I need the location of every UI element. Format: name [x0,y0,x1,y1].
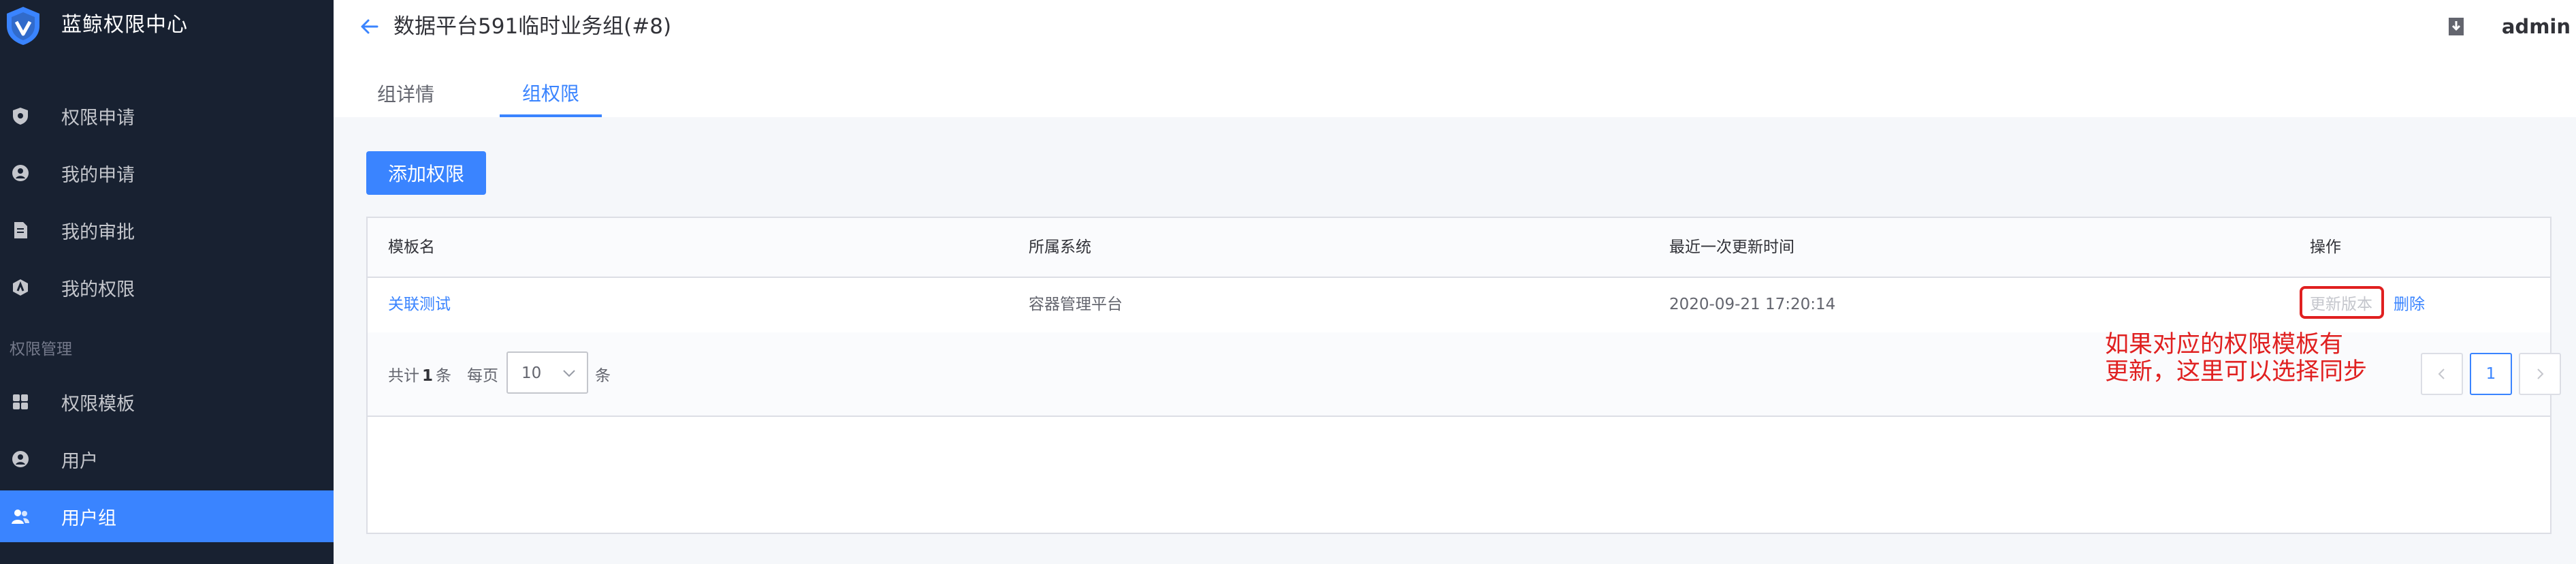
document-check-icon [14,222,27,238]
user-circle-icon [12,165,29,181]
sidebar-item-label: 我的权限 [61,279,135,300]
annotation-note: 如果对应的权限模板有 更新，这里可以选择同步 [2105,331,2367,386]
sidebar-item-label: 用户组 [61,507,116,529]
system-cell: 容器管理平台 [1029,296,1123,313]
page-header: 数据平台591临时业务组(#8) admin 组详情 组权限 [334,0,2576,119]
page-title: 数据平台591临时业务组(#8) [393,14,672,39]
user-circle-icon [12,451,29,467]
annotation-highlight-box [2300,286,2384,319]
page-size-unit: 条 [595,367,611,385]
total-suffix: 条 [436,367,452,385]
column-header-actions: 操作 [2310,238,2341,256]
column-header-system: 所属系统 [1029,238,1091,256]
prev-page-button[interactable] [2421,353,2463,395]
next-page-button[interactable] [2519,353,2561,395]
sidebar-item-label: 我的申请 [61,164,135,186]
add-permission-button[interactable]: 添加权限 [366,151,486,195]
total-prefix: 共计 [388,367,419,385]
sidebar-item-my-approvals[interactable]: 我的审批 [0,204,334,256]
sidebar-item-my-permissions[interactable]: 我的权限 [0,262,334,313]
table-row: 关联测试 容器管理平台 2020-09-21 17:20:14 更新版本 删除 [368,277,2550,334]
sidebar: 蓝鲸权限中心 权限申请 我的申请 我的审批 我的权限 权限管理 权限模板 用户 … [0,0,334,564]
sidebar-item-permission-templates[interactable]: 权限模板 [0,376,334,428]
annotation-line-2: 更新，这里可以选择同步 [2105,358,2368,386]
badge-icon [13,279,28,296]
grid-icon [13,394,28,409]
sidebar-item-users[interactable]: 用户 [0,433,334,485]
page-number-button[interactable]: 1 [2470,353,2512,395]
page-size-value: 10 [521,364,542,382]
total-number: 1 [422,367,434,385]
shield-icon [13,108,28,125]
back-arrow-icon[interactable] [358,15,381,38]
sidebar-item-permission-apply[interactable]: 权限申请 [0,90,334,142]
user-name[interactable]: admin [2502,15,2571,38]
sidebar-item-user-groups[interactable]: 用户组 [0,490,334,542]
user-area: admin [2446,12,2571,41]
chevron-down-icon [563,370,575,377]
app-title: 蓝鲸权限中心 [61,13,188,37]
delete-button[interactable]: 删除 [2394,277,2425,332]
template-name-link[interactable]: 关联测试 [388,277,451,332]
sidebar-item-label: 我的审批 [61,221,135,243]
sidebar-item-label: 权限模板 [61,393,135,415]
shield-logo-icon [7,7,39,45]
total-count: 共计 1 条 [388,362,451,386]
column-header-template: 模板名 [388,238,435,256]
annotation-line-1: 如果对应的权限模板有 [2105,331,2344,358]
brand[interactable]: 蓝鲸权限中心 [0,0,334,52]
table-header: 模板名 所属系统 最近一次更新时间 操作 [368,218,2550,278]
sidebar-item-my-applications[interactable]: 我的申请 [0,147,334,199]
tab-group-details[interactable]: 组详情 [372,71,440,116]
updated-time-cell: 2020-09-21 17:20:14 [1669,296,1836,313]
page-size-select[interactable]: 10 [506,351,588,394]
sidebar-item-label: 权限申请 [61,107,135,129]
chevron-left-icon [2438,369,2445,379]
chevron-right-icon [2537,369,2544,379]
download-doc-icon[interactable] [2446,16,2466,37]
sidebar-item-label: 用户 [61,450,98,472]
user-group-icon [12,510,29,524]
tab-group-permissions[interactable]: 组权限 [500,71,602,117]
nav-group-label: 权限管理 [10,341,72,358]
column-header-updated: 最近一次更新时间 [1669,238,1794,256]
per-page-label: 每页 [467,367,498,385]
